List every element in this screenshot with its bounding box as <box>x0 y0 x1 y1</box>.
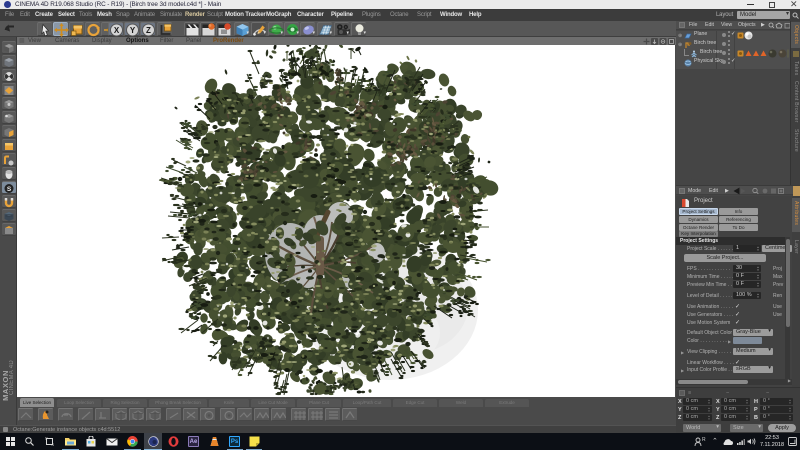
svg-text:R: R <box>702 437 706 443</box>
svg-text:Y: Y <box>130 26 136 35</box>
svg-text:S: S <box>7 186 12 193</box>
svg-text:X: X <box>114 26 120 35</box>
svg-text:Z: Z <box>146 26 151 35</box>
